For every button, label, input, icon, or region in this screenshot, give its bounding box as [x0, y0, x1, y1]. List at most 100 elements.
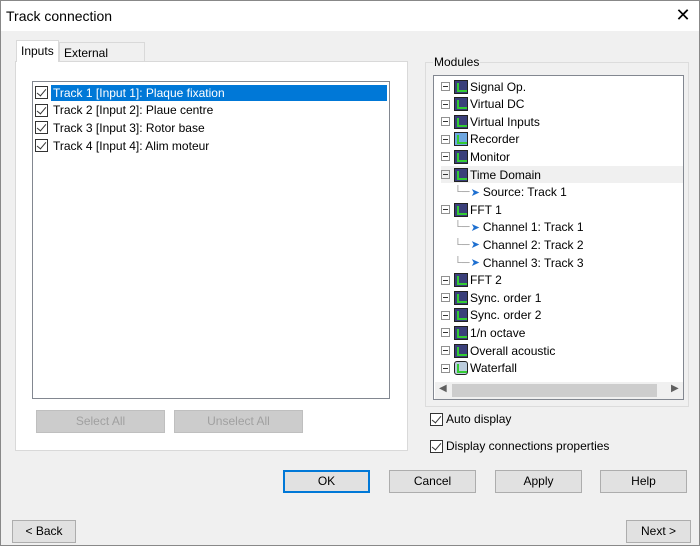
close-icon[interactable]: ✕: [673, 5, 693, 26]
module-node[interactable]: Time Domain: [441, 166, 683, 183]
connection-label: Source: Track 1: [482, 185, 567, 200]
module-icon: [454, 202, 468, 217]
module-node[interactable]: Virtual DC: [441, 96, 524, 113]
module-label: Sync. order 1: [470, 290, 542, 305]
connection-label: Channel 1: Track 1: [482, 220, 584, 235]
back-button[interactable]: < Back: [12, 520, 76, 543]
collapse-icon[interactable]: [441, 99, 450, 109]
connection-node[interactable]: └─ ➤ Channel 2: Track 2: [454, 236, 584, 253]
track-item[interactable]: Track 2 [Input 2]: Plaue centre: [35, 102, 387, 119]
module-node[interactable]: FFT 1: [441, 201, 502, 218]
module-label: FFT 1: [470, 202, 502, 217]
connection-label: Channel 2: Track 2: [482, 237, 584, 252]
module-node[interactable]: Waterfall: [441, 360, 517, 377]
module-node[interactable]: Sync. order 1: [441, 289, 541, 306]
collapse-icon[interactable]: [441, 82, 450, 91]
collapse-icon[interactable]: [441, 117, 450, 127]
module-icon: [454, 167, 468, 182]
cancel-button[interactable]: Cancel: [389, 470, 476, 493]
tab-inputs[interactable]: Inputs: [16, 40, 59, 62]
connection-arrow-icon: ➤: [470, 239, 480, 252]
module-label: Overall acoustic: [470, 343, 556, 358]
help-button[interactable]: Help: [600, 470, 687, 493]
tree-line: └─: [454, 238, 470, 251]
connection-node[interactable]: └─ ➤ Channel 3: Track 3: [454, 254, 584, 271]
module-node[interactable]: 1/n octave: [441, 324, 525, 341]
checkbox-icon[interactable]: [430, 412, 443, 426]
track-item[interactable]: Track 4 [Input 4]: Alim moteur: [35, 137, 387, 154]
module-node[interactable]: FFT 2: [441, 272, 502, 289]
module-icon: [454, 149, 468, 164]
checkbox-icon[interactable]: [35, 103, 48, 117]
display-connections-label: Display connections properties: [446, 439, 610, 453]
module-icon: [454, 290, 468, 305]
tracks-list[interactable]: Track 1 [Input 1]: Plaque fixation Track …: [32, 81, 390, 399]
collapse-icon[interactable]: [441, 346, 450, 355]
next-button[interactable]: Next >: [626, 520, 691, 543]
connection-arrow-icon: ➤: [470, 186, 480, 199]
collapse-icon[interactable]: [441, 205, 450, 215]
window-title: Track connection: [6, 8, 113, 24]
display-connections-checkbox[interactable]: Display connections properties: [430, 439, 609, 453]
apply-button[interactable]: Apply: [495, 470, 582, 493]
collapse-icon[interactable]: [441, 170, 450, 179]
modules-tree[interactable]: Signal Op. Virtual DC Virtual Inputs Record…: [433, 75, 684, 400]
module-node[interactable]: Monitor: [441, 148, 510, 165]
horizontal-scrollbar[interactable]: ◀ ▶: [435, 382, 683, 399]
title-bar: Track connection ✕: [1, 1, 699, 31]
tree-line: └─: [454, 256, 470, 269]
module-label: Sync. order 2: [470, 308, 542, 323]
module-label: Signal Op.: [470, 79, 527, 94]
collapse-icon[interactable]: [441, 152, 450, 162]
checkbox-icon[interactable]: [35, 121, 48, 135]
tab-external-syncs[interactable]: External Syncs: [59, 42, 145, 74]
auto-display-label: Auto display: [446, 412, 512, 426]
module-node[interactable]: Recorder: [441, 131, 519, 148]
module-label: Virtual DC: [470, 97, 525, 112]
module-label: Monitor: [470, 149, 511, 164]
checkbox-icon[interactable]: [35, 139, 48, 153]
module-icon: [454, 308, 468, 323]
recorder-icon: [454, 132, 468, 147]
module-icon: [454, 273, 468, 288]
collapse-icon[interactable]: [441, 275, 450, 285]
connection-label: Channel 3: Track 3: [482, 255, 584, 270]
collapse-icon[interactable]: [441, 134, 450, 144]
module-icon: [454, 97, 468, 112]
scroll-left-icon[interactable]: ◀: [439, 383, 447, 394]
module-label: FFT 2: [470, 273, 502, 288]
collapse-icon[interactable]: [441, 310, 450, 320]
track-item[interactable]: Track 3 [Input 3]: Rotor base: [35, 119, 387, 136]
scrollbar-thumb[interactable]: [452, 384, 657, 397]
tree-line: └─: [454, 221, 470, 234]
modules-label: Modules: [433, 55, 481, 69]
module-label: Waterfall: [470, 361, 517, 376]
collapse-icon[interactable]: [441, 328, 450, 338]
module-node[interactable]: Overall acoustic: [441, 342, 555, 359]
track-label: Track 1 [Input 1]: Plaque fixation: [51, 84, 387, 101]
connection-arrow-icon: ➤: [470, 221, 480, 234]
collapse-icon[interactable]: [441, 293, 450, 303]
track-label: Track 3 [Input 3]: Rotor base: [53, 120, 205, 135]
waterfall-icon: [454, 361, 468, 376]
select-all-button[interactable]: Select All: [36, 410, 165, 433]
module-label: Recorder: [470, 132, 520, 147]
ok-button[interactable]: OK: [283, 470, 370, 493]
collapse-icon[interactable]: [441, 363, 450, 373]
unselect-all-button[interactable]: Unselect All: [174, 410, 303, 433]
module-label: 1/n octave: [470, 325, 526, 340]
tree-line: └─: [454, 186, 470, 199]
checkbox-icon[interactable]: [430, 439, 443, 453]
connection-arrow-icon: ➤: [470, 257, 480, 269]
track-item[interactable]: Track 1 [Input 1]: Plaque fixation: [35, 84, 387, 101]
scroll-right-icon[interactable]: ▶: [671, 383, 679, 394]
module-node[interactable]: Virtual Inputs: [441, 113, 540, 130]
module-label: Time Domain: [470, 167, 541, 182]
connection-node[interactable]: └─ ➤ Source: Track 1: [454, 184, 567, 201]
auto-display-checkbox[interactable]: Auto display: [430, 412, 511, 426]
module-node[interactable]: Sync. order 2: [441, 307, 541, 324]
module-icon: [454, 325, 468, 340]
checkbox-icon[interactable]: [35, 86, 48, 99]
connection-node[interactable]: └─ ➤ Channel 1: Track 1: [454, 219, 584, 236]
module-node[interactable]: Signal Op.: [441, 78, 526, 95]
